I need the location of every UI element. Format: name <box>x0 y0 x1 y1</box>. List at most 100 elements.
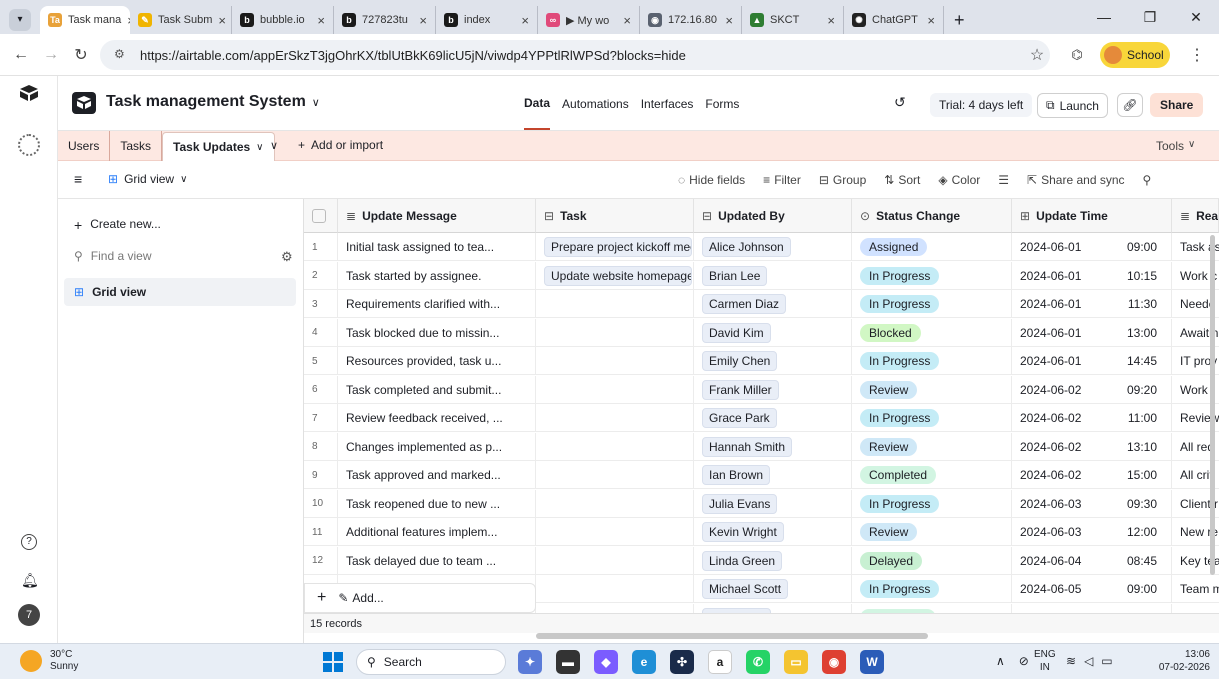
add-or-import-button[interactable]: + Add or import <box>298 138 383 152</box>
color-button[interactable]: ◈ Color <box>938 173 980 187</box>
status-cell[interactable]: Completed <box>852 461 1012 489</box>
status-cell[interactable]: In Progress <box>852 347 1012 375</box>
tab-search-button[interactable]: ▾ <box>0 6 40 34</box>
linked-record-pill[interactable]: Linda Green <box>702 550 783 571</box>
copilot-icon[interactable]: ◆ <box>594 650 618 674</box>
share-button[interactable]: Share <box>1150 93 1204 117</box>
browser-tab[interactable]: ▲ SKCT × <box>742 6 844 34</box>
status-cell[interactable]: In Progress <box>852 404 1012 432</box>
reason-cell[interactable]: Team m <box>1172 575 1219 603</box>
view-switcher[interactable]: ⊞ Grid view ∨ <box>108 172 187 186</box>
table-row[interactable]: 4 Task blocked due to missin... David Kim B… <box>304 318 1219 347</box>
update-message-cell[interactable]: Initial task assigned to tea... <box>338 233 536 261</box>
chrome-icon[interactable]: ◉ <box>822 650 846 674</box>
table-row[interactable]: 10 Task reopened due to new ... Julia Evan… <box>304 489 1219 518</box>
close-tab-icon[interactable]: × <box>419 13 427 28</box>
row-number[interactable]: 3 <box>304 290 338 318</box>
browser-tab[interactable]: b index × <box>436 6 538 34</box>
updated-by-cell[interactable]: Carmen Diaz <box>694 290 852 318</box>
updated-by-cell[interactable]: Kevin Wright <box>694 518 852 546</box>
task-link-cell[interactable] <box>536 347 694 375</box>
profile-button[interactable]: School <box>1100 42 1170 68</box>
close-tab-icon[interactable]: × <box>927 13 935 28</box>
clock[interactable]: 13:06 07-02-2026 <box>1150 648 1210 674</box>
status-cell[interactable]: In Progress <box>852 261 1012 290</box>
weather-widget[interactable]: 30°C Sunny <box>20 649 78 673</box>
update-time-cell[interactable]: 2024-06-04 08:45 <box>1012 546 1172 575</box>
minimize-button[interactable]: — <box>1081 0 1127 34</box>
column-header[interactable]: ⊟ Updated By <box>694 199 852 233</box>
row-number[interactable]: 8 <box>304 432 338 461</box>
update-time-cell[interactable]: 2024-06-01 14:45 <box>1012 347 1172 375</box>
sidebar-item-grid-view[interactable]: ⊞ Grid view <box>64 278 296 306</box>
update-message-cell[interactable]: Task blocked due to missin... <box>338 318 536 347</box>
table-row[interactable]: 2 Task started by assignee. Update website… <box>304 261 1219 290</box>
task-link-cell[interactable] <box>536 290 694 318</box>
forward-button[interactable]: → <box>38 42 64 68</box>
nav-tab-data[interactable]: Data <box>524 78 551 130</box>
update-time-cell[interactable]: 2024-06-01 09:00 <box>1012 233 1172 261</box>
extensions-button[interactable]: ⌬ <box>1064 42 1090 68</box>
linked-record-pill[interactable]: Ian Brown <box>702 465 771 485</box>
task-link-cell[interactable] <box>536 432 694 461</box>
edge-browser-icon[interactable]: e <box>632 650 656 674</box>
history-button[interactable]: ↺ <box>894 94 906 111</box>
word-icon[interactable]: W <box>860 650 884 674</box>
close-window-button[interactable]: ✕ <box>1173 0 1219 34</box>
updated-by-cell[interactable]: Frank Miller <box>694 375 852 404</box>
nav-tab-forms[interactable]: Forms <box>705 79 739 129</box>
filter-button[interactable]: ≡ Filter <box>763 173 801 187</box>
row-number[interactable]: 1 <box>304 233 338 261</box>
close-tab-icon[interactable]: × <box>725 13 733 28</box>
task-link-cell[interactable]: Prepare project kickoff meeti <box>536 233 694 261</box>
update-message-cell[interactable]: Changes implemented as p... <box>338 432 536 461</box>
browser-tab[interactable]: b 727823tu × <box>334 6 436 34</box>
update-time-cell[interactable]: 2024-06-02 09:20 <box>1012 375 1172 404</box>
update-message-cell[interactable]: Additional features implem... <box>338 518 536 546</box>
browser-tab[interactable]: ✺ ChatGPT × <box>844 6 944 34</box>
table-row[interactable]: 8 Changes implemented as p... Hannah Smith… <box>304 432 1219 461</box>
linked-record-pill[interactable]: Emily Chen <box>702 351 778 371</box>
row-number[interactable]: 11 <box>304 518 338 546</box>
task-view-icon[interactable]: ▬ <box>556 650 580 674</box>
update-time-cell[interactable]: 2024-06-02 13:10 <box>1012 432 1172 461</box>
column-header[interactable]: ⊞ Update Time <box>1012 199 1172 233</box>
tables-dropdown-button[interactable]: ∨ <box>270 139 278 152</box>
browser-tab[interactable]: ◉ 172.16.80 × <box>640 6 742 34</box>
updated-by-cell[interactable]: Grace Park <box>694 404 852 432</box>
browser-tab[interactable]: TaTask mana× <box>40 6 130 34</box>
update-message-cell[interactable]: Task delayed due to team ... <box>338 546 536 575</box>
chevron-down-icon[interactable]: ∨ <box>256 142 263 153</box>
tools-dropdown[interactable]: Tools ∨ <box>1156 139 1195 153</box>
linked-record-pill[interactable]: Grace Park <box>702 408 777 428</box>
copy-link-button[interactable]: 🔗︎ <box>1117 93 1143 117</box>
update-time-cell[interactable]: 2024-06-03 09:30 <box>1012 489 1172 518</box>
task-link-cell[interactable] <box>536 518 694 546</box>
linked-record-pill[interactable]: Hannah Smith <box>702 436 793 457</box>
update-time-cell[interactable]: 2024-06-01 10:15 <box>1012 261 1172 290</box>
table-row[interactable]: 12 Task delayed due to team ... Linda Gree… <box>304 546 1219 575</box>
row-number[interactable]: 5 <box>304 347 338 375</box>
row-number[interactable]: 7 <box>304 404 338 432</box>
row-number[interactable]: 2 <box>304 261 338 290</box>
browser-tab[interactable]: ∞ ▶ My wo × <box>538 6 640 34</box>
browser-tab[interactable]: ✎ Task Subm × <box>130 6 232 34</box>
add-record-button[interactable]: + <box>317 589 326 607</box>
system-tray[interactable]: ∧ ⊘ <box>996 654 1029 668</box>
task-link-cell[interactable] <box>536 404 694 432</box>
site-info-icon[interactable]: ⚙ <box>114 47 125 61</box>
base-name-dropdown[interactable]: Task management System ∨ <box>106 93 320 111</box>
nav-tab-automations[interactable]: Automations <box>562 79 629 129</box>
status-cell[interactable]: In Progress <box>852 290 1012 318</box>
update-time-cell[interactable]: 2024-06-05 09:00 <box>1012 575 1172 603</box>
table-tab-tasks[interactable]: Tasks <box>110 131 163 161</box>
task-link-cell[interactable] <box>536 318 694 347</box>
updated-by-cell[interactable]: Michael Scott <box>694 575 852 603</box>
update-time-cell[interactable]: 2024-06-03 12:00 <box>1012 518 1172 546</box>
update-message-cell[interactable]: Task completed and submit... <box>338 375 536 404</box>
copilot-app-icon[interactable]: ✦ <box>518 650 542 674</box>
search-button[interactable]: ⚲ <box>1143 173 1152 187</box>
close-tab-icon[interactable]: × <box>827 13 835 28</box>
task-link-cell[interactable] <box>536 489 694 518</box>
language-indicator[interactable]: ENG IN <box>1034 648 1056 674</box>
